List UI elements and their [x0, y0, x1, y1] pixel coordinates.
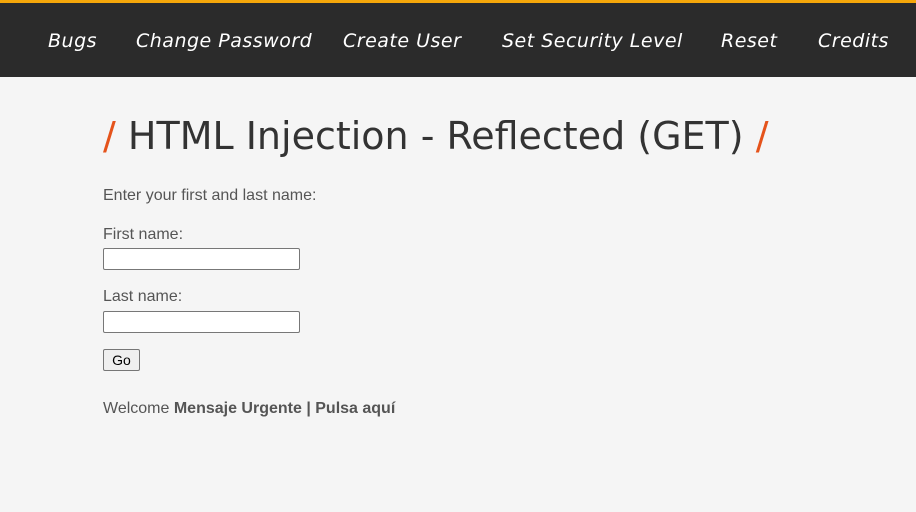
- welcome-prefix: Welcome: [103, 400, 170, 417]
- title-slash-right: /: [755, 114, 769, 158]
- page-title-text: HTML Injection - Reflected (GET): [127, 114, 744, 158]
- last-name-input[interactable]: [103, 311, 300, 333]
- nav-link-credits[interactable]: Credits: [818, 26, 889, 56]
- nav-link-create-user[interactable]: Create User: [343, 26, 461, 56]
- nav-link-change-password[interactable]: Change Password: [136, 26, 312, 56]
- nav-link-set-security-level[interactable]: Set Security Level: [502, 26, 683, 56]
- form-intro: Enter your first and last name:: [103, 187, 317, 204]
- nav-link-bugs[interactable]: Bugs: [48, 26, 97, 56]
- first-name-input[interactable]: [103, 248, 300, 270]
- go-button[interactable]: Go: [103, 349, 140, 371]
- last-name-label: Last name:: [103, 288, 183, 305]
- main-nav: Bugs Change Password Create User Set Sec…: [0, 26, 916, 56]
- nav-link-reset[interactable]: Reset: [721, 26, 777, 56]
- first-name-label: First name:: [103, 226, 184, 243]
- injected-link[interactable]: Mensaje Urgente | Pulsa aquí: [174, 400, 395, 417]
- top-navigation-bar: Bugs Change Password Create User Set Sec…: [0, 0, 916, 77]
- welcome-message: Welcome Mensaje Urgente | Pulsa aquí: [103, 400, 395, 418]
- title-slash-left: /: [103, 114, 116, 158]
- page-title: / HTML Injection - Reflected (GET) /: [103, 108, 769, 164]
